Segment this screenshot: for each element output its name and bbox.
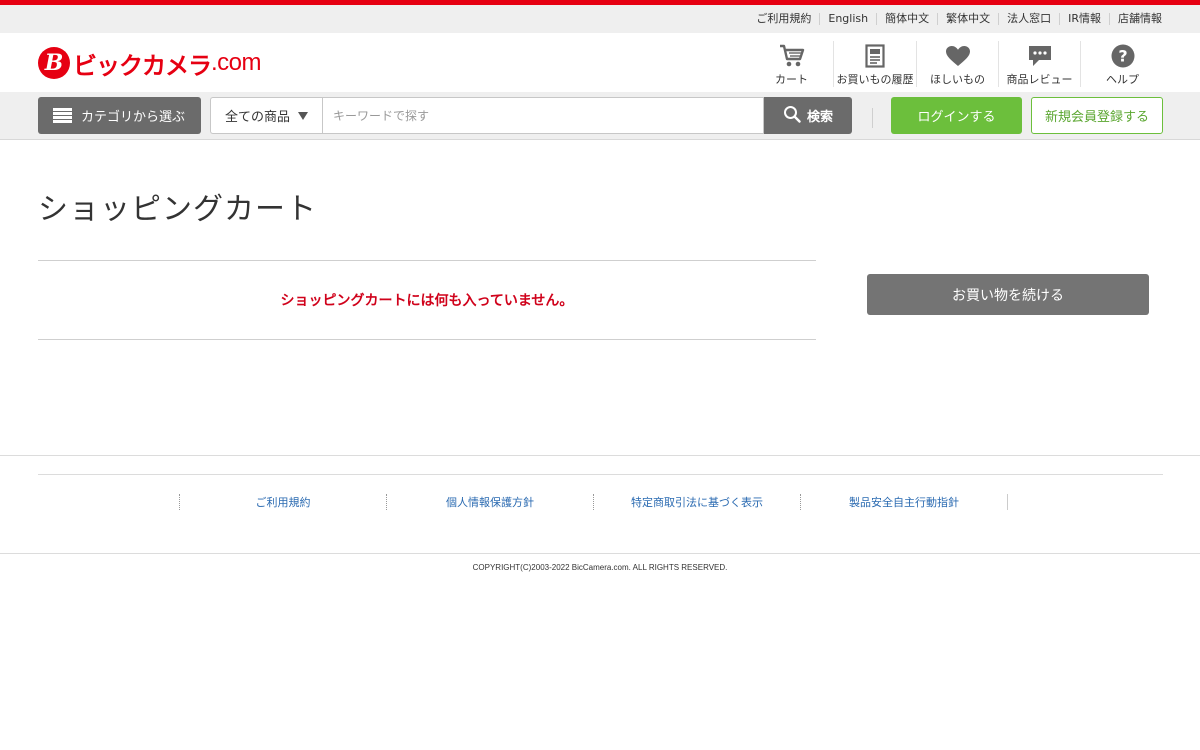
footer-inner-divider [38, 474, 1163, 475]
category-button[interactable]: カテゴリから選ぶ [38, 97, 201, 134]
continue-shopping-button[interactable]: お買い物を続ける [867, 274, 1149, 315]
search-button[interactable]: 検索 [764, 97, 852, 134]
cart-empty-message: ショッピングカートには何も入っていません。 [280, 293, 574, 309]
util-link-corporate[interactable]: 法人窓口 [998, 13, 1059, 25]
login-button[interactable]: ログインする [891, 97, 1022, 134]
hamburger-icon [53, 107, 72, 124]
heart-icon [945, 43, 971, 69]
footer-divider [0, 455, 1200, 456]
review-icon [1027, 43, 1053, 69]
footer-bottom-divider [0, 553, 1200, 554]
footer-link-commercial-law[interactable]: 特定商取引法に基づく表示 [594, 494, 801, 510]
header-nav-cart[interactable]: カート [750, 41, 833, 87]
copyright-text: COPYRIGHT(C)2003-2022 BicCamera.com. ALL… [472, 563, 728, 572]
header-nav-label: ほしいもの [930, 73, 985, 86]
util-link-traditional-chinese[interactable]: 繁体中文 [937, 13, 998, 25]
history-icon [862, 43, 888, 69]
header-nav-label: お買いもの履歴 [836, 73, 914, 86]
cart-icon [779, 43, 805, 69]
header-nav-label: 商品レビュー [1006, 73, 1073, 86]
svg-text:?: ? [1118, 47, 1127, 66]
util-link-stores[interactable]: 店舗情報 [1109, 13, 1170, 25]
register-button[interactable]: 新規会員登録する [1031, 97, 1163, 134]
footer-links: ご利用規約 個人情報保護方針 特定商取引法に基づく表示 製品安全自主行動指針 [179, 494, 1008, 510]
header-nav-reviews[interactable]: 商品レビュー [998, 41, 1080, 87]
logo-b-mark: B [38, 47, 70, 79]
site-header: B ビックカメラ .com カート お買いもの履歴 ほしいもの 商品レビュー ?… [0, 33, 1200, 92]
logo-suffix: .com [211, 49, 262, 76]
utility-links: ご利用規約 English 簡体中文 繁体中文 法人窓口 IR情報 店舗情報 [748, 5, 1170, 33]
logo-text: ビックカメラ [73, 51, 212, 80]
header-nav: カート お買いもの履歴 ほしいもの 商品レビュー ? ヘルプ [750, 41, 1164, 87]
header-nav-help[interactable]: ? ヘルプ [1080, 41, 1164, 87]
search-bar-divider [872, 108, 873, 128]
category-button-label: カテゴリから選ぶ [81, 110, 186, 125]
triangle-down-icon [298, 111, 309, 120]
help-icon: ? [1110, 43, 1136, 69]
header-nav-label: ヘルプ [1106, 73, 1139, 86]
footer-link-product-safety[interactable]: 製品安全自主行動指針 [801, 494, 1008, 510]
search-input[interactable] [322, 97, 764, 134]
footer-link-privacy[interactable]: 個人情報保護方針 [387, 494, 594, 510]
utility-bar: ご利用規約 English 簡体中文 繁体中文 法人窓口 IR情報 店舗情報 [0, 5, 1200, 33]
search-group: 全ての商品 検索 [210, 97, 852, 134]
footer-link-terms[interactable]: ご利用規約 [180, 494, 387, 510]
cart-empty-panel: ショッピングカートには何も入っていません。 [38, 260, 816, 340]
site-logo[interactable]: B ビックカメラ .com [38, 46, 262, 80]
search-scope-label: 全ての商品 [225, 110, 291, 125]
search-button-label: 検索 [806, 109, 833, 124]
util-link-english[interactable]: English [819, 13, 876, 25]
util-link-ir[interactable]: IR情報 [1059, 13, 1109, 25]
search-icon [783, 105, 801, 126]
header-nav-label: カート [775, 73, 808, 86]
util-link-simplified-chinese[interactable]: 簡体中文 [876, 13, 937, 25]
header-nav-wishlist[interactable]: ほしいもの [916, 41, 998, 87]
header-nav-history[interactable]: お買いもの履歴 [833, 41, 916, 87]
page-title: ショッピングカート [38, 192, 317, 227]
util-link-terms[interactable]: ご利用規約 [748, 13, 819, 25]
search-scope-select[interactable]: 全ての商品 [210, 97, 322, 134]
